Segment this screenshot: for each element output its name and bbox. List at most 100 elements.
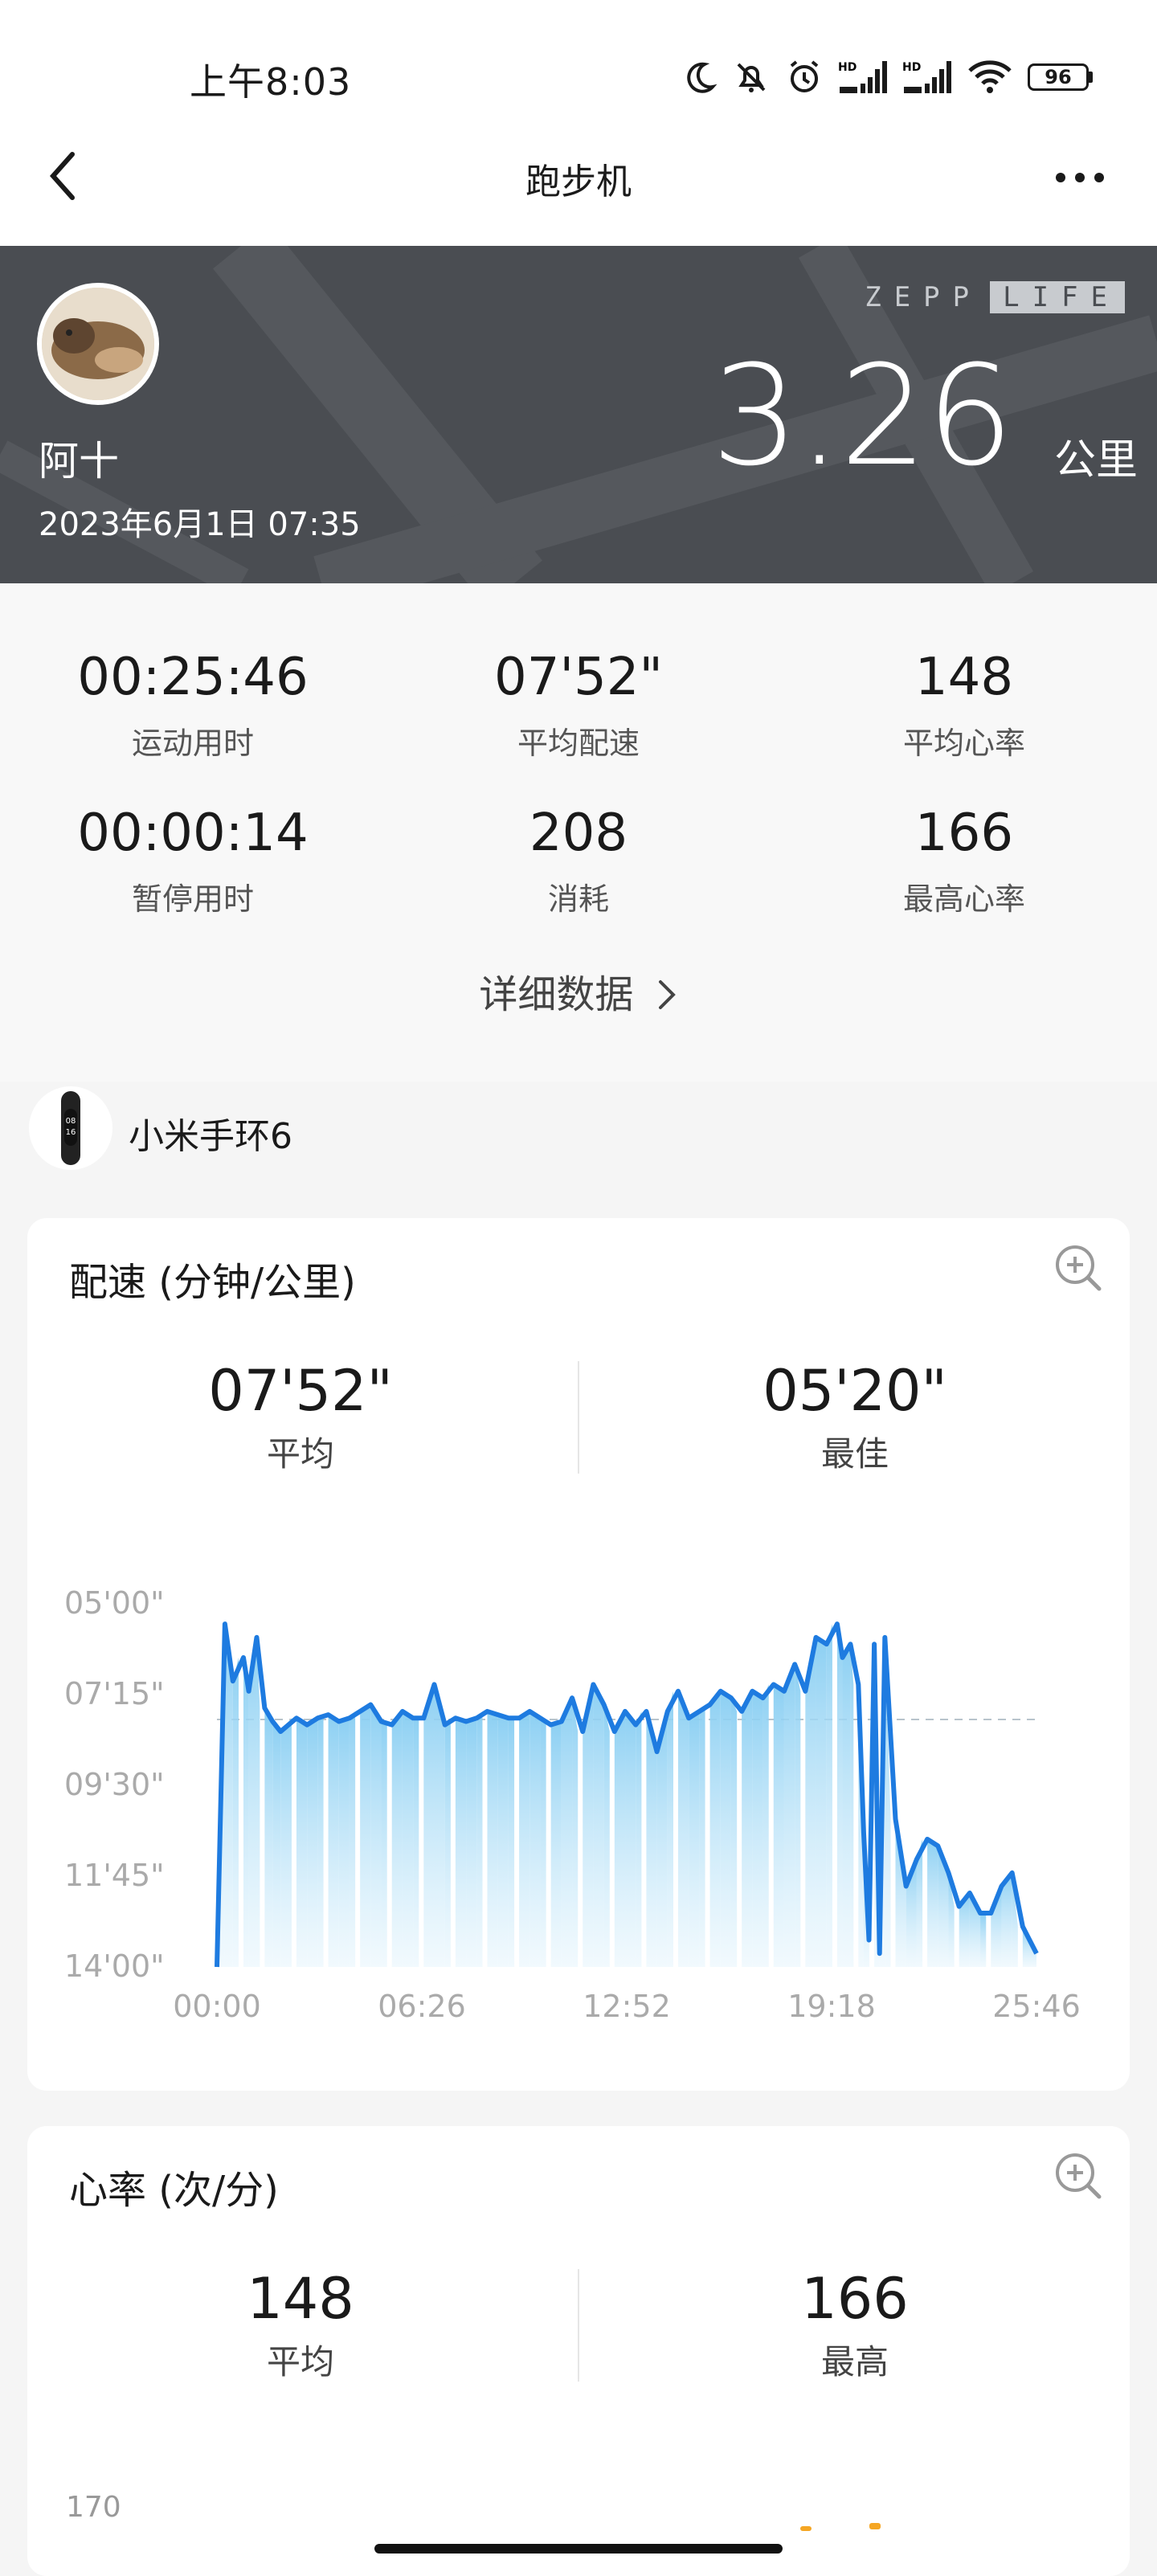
pace-area-segment — [391, 1711, 403, 1967]
pace-area-segment — [360, 1704, 371, 1967]
stat-value: 166 — [914, 803, 1014, 863]
pace-area-segment — [272, 1721, 281, 1967]
zoom-in-icon — [1056, 2153, 1102, 2199]
page-title: 跑步机 — [525, 162, 632, 202]
stat-max-heart-rate: 166 最高心率 — [771, 803, 1157, 918]
pace-area-segment — [752, 1691, 763, 1967]
pace-card-title: 配速 (分钟/公里) — [69, 1260, 356, 1305]
divider — [578, 2269, 579, 2382]
stat-pause-duration: 00:00:14 暂停用时 — [0, 803, 386, 918]
pace-area-segment — [689, 1711, 700, 1967]
pace-area-segment — [444, 1718, 451, 1967]
y-tick-label: 07'15" — [64, 1676, 165, 1711]
pace-area-segment — [264, 1707, 273, 1967]
brand-logo: ZEPP LIFE — [865, 281, 1125, 313]
band-time-bottom: 16 — [66, 1128, 76, 1137]
pace-best: 05'20" 最佳 — [582, 1358, 1128, 1476]
pace-area-segment — [783, 1664, 795, 1967]
x-tick-label: 19:18 — [787, 1989, 876, 2024]
x-tick-label: 06:26 — [378, 1989, 466, 2024]
pace-best-value: 05'20" — [762, 1358, 947, 1424]
y-tick-label: 05'00" — [64, 1585, 165, 1621]
details-label: 详细数据 — [479, 972, 634, 1017]
stat-value: 148 — [914, 648, 1014, 707]
pace-area-segment — [280, 1718, 292, 1967]
pace-area-segment — [243, 1657, 249, 1967]
pace-area-segment — [636, 1711, 642, 1967]
pace-area-segment — [699, 1704, 705, 1967]
heart-y-tick: 170 — [66, 2491, 121, 2524]
heart-zoom-button[interactable] — [1053, 2150, 1104, 2202]
y-tick-label: 14'00" — [64, 1948, 165, 1984]
pace-area-segment — [317, 1715, 324, 1967]
pace-area-segment — [742, 1691, 753, 1967]
status-time: 上午8:03 — [190, 60, 352, 104]
wifi-icon — [968, 60, 1012, 93]
svg-text:HD: HD — [902, 61, 921, 74]
device-icon: 08 16 — [29, 1086, 112, 1170]
pace-area-segment — [338, 1718, 350, 1967]
stat-label: 运动用时 — [131, 726, 254, 761]
pace-area-segment — [980, 1913, 987, 1967]
cat-photo — [42, 288, 154, 400]
pace-area-segment — [572, 1698, 578, 1967]
signal-1-icon: HD — [838, 61, 887, 93]
pace-chart: 05'00" 07'15" 09'30" 11'45" 14'00" 00:00 06:2… — [64, 1585, 1081, 2024]
pace-area-segment — [927, 1838, 938, 1967]
zoom-in-icon — [1056, 1245, 1102, 1291]
pace-area-segment — [614, 1711, 626, 1967]
pace-area-segment — [795, 1664, 801, 1967]
pace-area-segment — [836, 1624, 843, 1967]
heart-max: 166 最高 — [582, 2266, 1128, 2384]
brand-left: ZEPP — [865, 281, 983, 313]
svg-text:HD: HD — [838, 61, 857, 74]
details-link[interactable]: 详细数据 — [0, 963, 1157, 1019]
pace-area-segment — [423, 1684, 435, 1967]
pace-avg-label: 平均 — [266, 1434, 334, 1474]
pace-zoom-button[interactable] — [1053, 1242, 1104, 1294]
stat-duration: 00:25:46 运动用时 — [0, 648, 386, 763]
pace-area-segment — [476, 1711, 483, 1967]
chevron-right-icon — [658, 980, 676, 1009]
pace-area-segment — [762, 1684, 769, 1967]
stat-avg-pace: 07'52" 平均配速 — [386, 648, 771, 763]
pace-area-segment — [773, 1684, 784, 1967]
pace-area-segment — [413, 1718, 419, 1967]
heart-max-label: 最高 — [820, 2342, 889, 2382]
pace-area-segment — [455, 1718, 467, 1967]
pace-avg: 07'52" 平均 — [27, 1358, 574, 1476]
stat-value: 00:00:14 — [77, 803, 309, 863]
device-name: 小米手环6 — [129, 1116, 292, 1157]
pace-area-segment — [550, 1721, 562, 1967]
status-icons: HD HD 96 — [682, 58, 1093, 96]
pace-area-segment — [508, 1718, 515, 1967]
pace-area-segment — [328, 1715, 339, 1967]
pace-area-segment — [625, 1711, 636, 1967]
x-tick-label: 25:46 — [992, 1989, 1081, 2024]
pace-area-segment — [381, 1721, 387, 1967]
band-icon: 08 16 — [61, 1091, 80, 1165]
stat-label: 消耗 — [547, 881, 609, 917]
pace-area-segment — [540, 1718, 546, 1967]
battery-level: 96 — [1028, 63, 1089, 91]
pace-best-label: 最佳 — [820, 1434, 889, 1474]
heart-avg-value: 148 — [247, 2266, 354, 2332]
pace-area-segment — [709, 1691, 721, 1967]
pace-area-segment — [487, 1711, 498, 1967]
band-time-top: 08 — [66, 1117, 76, 1126]
pace-avg-value: 07'52" — [208, 1358, 393, 1424]
workout-date: 2023年6月1日 07:35 — [39, 506, 361, 543]
pace-area-segment — [730, 1698, 738, 1967]
pace-area-segment — [677, 1691, 689, 1967]
avatar[interactable] — [37, 283, 159, 405]
pace-area-segment — [296, 1718, 308, 1967]
heart-series-peek — [800, 2523, 889, 2531]
y-tick-label: 09'30" — [64, 1767, 165, 1802]
pace-area-segment — [850, 1644, 854, 1967]
battery-icon: 96 — [1028, 63, 1093, 91]
more-button[interactable] — [1048, 157, 1112, 198]
stat-label: 暂停用时 — [131, 881, 254, 917]
distance-unit: 公里 — [1053, 436, 1138, 485]
pace-area-segment — [402, 1711, 414, 1967]
stat-value: 208 — [529, 803, 628, 863]
